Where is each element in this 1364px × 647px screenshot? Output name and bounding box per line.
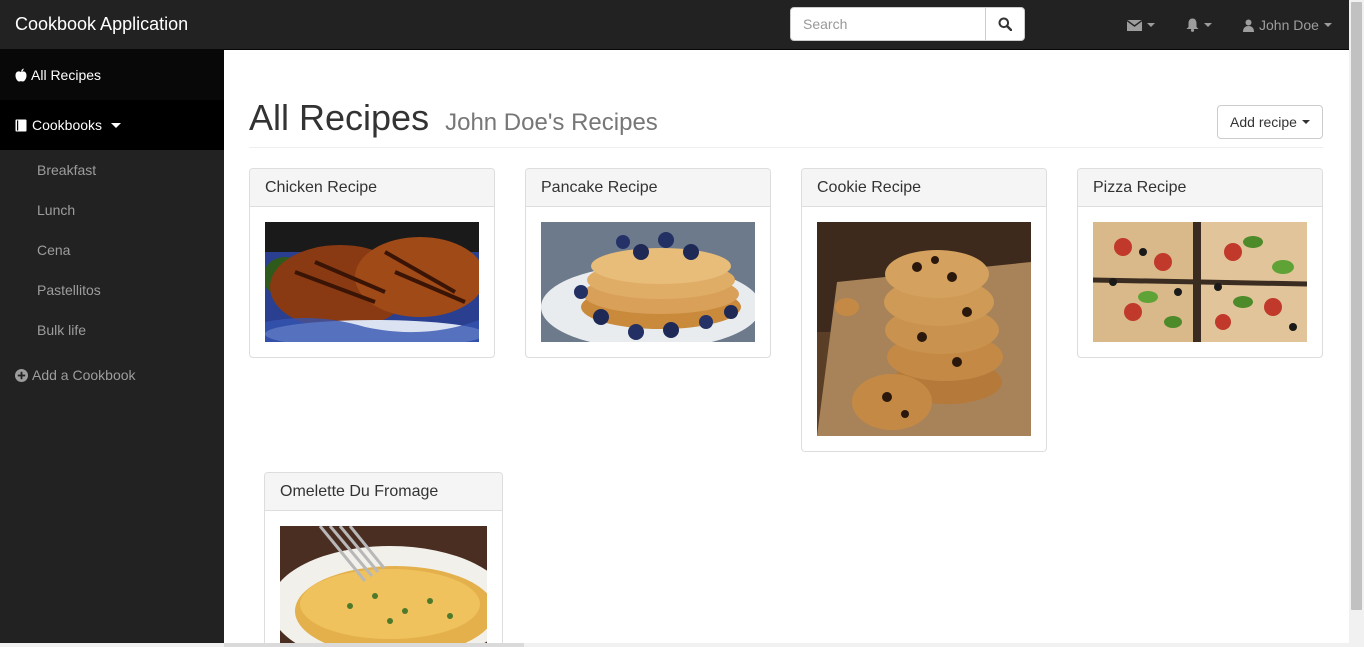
user-icon	[1243, 19, 1254, 32]
app-brand[interactable]: Cookbook Application	[15, 13, 188, 35]
vertical-scrollbar[interactable]	[1349, 0, 1364, 647]
recipe-image-chicken	[265, 222, 479, 342]
recipe-card-chicken[interactable]: Chicken Recipe	[249, 168, 495, 358]
recipe-title: Pizza Recipe	[1078, 169, 1322, 207]
search-input[interactable]	[790, 7, 986, 41]
vertical-scrollbar-thumb[interactable]	[1351, 2, 1362, 610]
add-cookbook-link[interactable]: Add a Cookbook	[0, 360, 224, 390]
search-button[interactable]	[985, 7, 1025, 41]
book-icon	[15, 119, 27, 131]
user-dropdown[interactable]: John Doe	[1243, 15, 1332, 35]
caret-down-icon	[1147, 23, 1155, 27]
search-icon	[998, 17, 1012, 31]
recipe-title: Chicken Recipe	[250, 169, 494, 207]
recipe-card-omelette[interactable]: Omelette Du Fromage	[264, 472, 503, 647]
recipe-image-omelette	[280, 526, 487, 647]
recipe-card-cookie[interactable]: Cookie Recipe	[801, 168, 1047, 452]
horizontal-scrollbar[interactable]	[0, 643, 1349, 647]
add-cookbook-label: Add a Cookbook	[32, 367, 136, 383]
add-recipe-button[interactable]: Add recipe	[1217, 105, 1323, 139]
recipe-card-pancake[interactable]: Pancake Recipe	[525, 168, 771, 358]
page-subtitle: John Doe's Recipes	[445, 109, 658, 136]
page-header: All Recipes John Doe's Recipes Add recip…	[249, 96, 1323, 148]
sidebar-item-label: Cookbooks	[32, 117, 103, 133]
search-form	[790, 7, 1025, 41]
recipe-title: Pancake Recipe	[526, 169, 770, 207]
sidebar: All Recipes Cookbooks Breakfast Lunch Ce…	[0, 50, 224, 647]
sidebar-item-breakfast[interactable]: Breakfast	[0, 150, 224, 190]
alerts-dropdown[interactable]	[1186, 15, 1212, 35]
sidebar-item-cena[interactable]: Cena	[0, 230, 224, 270]
sidebar-item-label: All Recipes	[31, 67, 102, 83]
caret-down-icon	[1323, 23, 1332, 27]
sidebar-item-all-recipes[interactable]: All Recipes	[0, 50, 224, 100]
horizontal-scrollbar-thumb[interactable]	[224, 643, 524, 647]
recipe-title: Cookie Recipe	[802, 169, 1046, 207]
sidebar-item-lunch[interactable]: Lunch	[0, 190, 224, 230]
caret-down-icon	[111, 122, 122, 128]
recipe-image-pizza	[1093, 222, 1307, 342]
recipe-image-pancake	[541, 222, 755, 342]
sidebar-item-pastellitos[interactable]: Pastellitos	[0, 270, 224, 310]
page-title: All Recipes John Doe's Recipes	[249, 96, 658, 145]
user-name: John Doe	[1259, 17, 1319, 33]
recipe-title: Omelette Du Fromage	[265, 473, 502, 511]
add-recipe-label: Add recipe	[1230, 114, 1297, 130]
sidebar-item-cookbooks[interactable]: Cookbooks	[0, 100, 224, 150]
caret-down-icon	[1301, 120, 1310, 124]
messages-dropdown[interactable]	[1127, 15, 1155, 35]
sidebar-item-bulk-life[interactable]: Bulk life	[0, 310, 224, 350]
apple-icon	[15, 68, 27, 82]
bell-icon	[1186, 18, 1199, 32]
recipe-image-cookie	[817, 222, 1031, 436]
top-navbar: Cookbook Application John Doe	[0, 0, 1349, 50]
caret-down-icon	[1204, 23, 1212, 27]
plus-circle-icon	[15, 368, 28, 382]
recipe-card-pizza[interactable]: Pizza Recipe	[1077, 168, 1323, 358]
envelope-icon	[1127, 19, 1142, 31]
page-title-text: All Recipes	[249, 97, 430, 138]
